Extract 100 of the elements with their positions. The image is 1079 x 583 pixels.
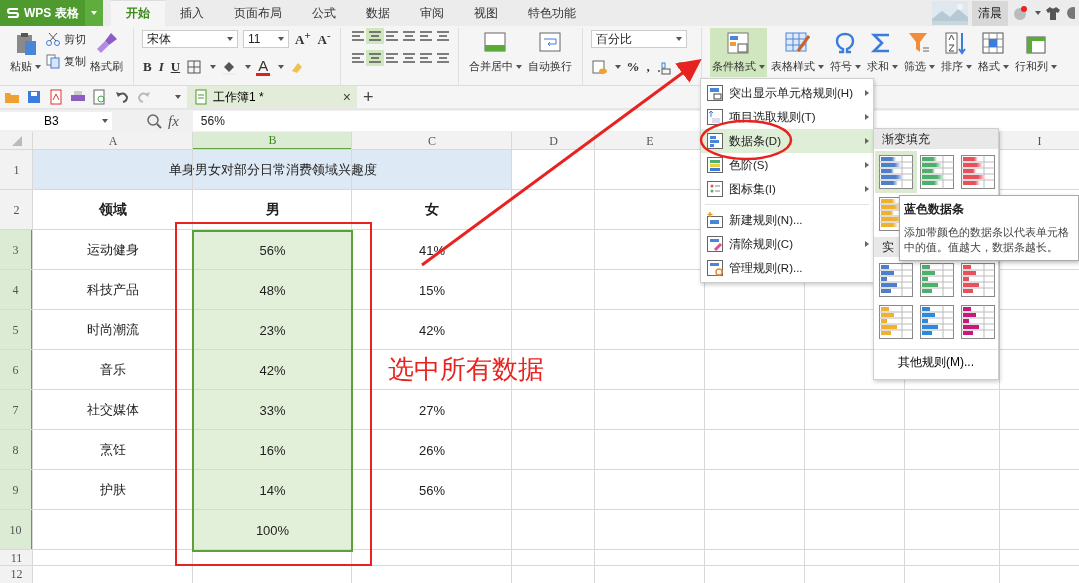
row-header[interactable]: 5 [0, 310, 33, 350]
row-header[interactable]: 10 [0, 510, 33, 550]
table-brush-icon[interactable] [784, 31, 811, 55]
bold-button[interactable]: B [142, 59, 153, 75]
copy-icon[interactable] [45, 53, 61, 69]
data-bar-swatch[interactable] [919, 262, 955, 298]
row-header[interactable]: 6 [0, 350, 33, 390]
avatar-icon[interactable] [1012, 5, 1028, 21]
document-tab[interactable]: 工作簿1 * × [187, 86, 357, 108]
caret-icon [1050, 65, 1057, 70]
table-icon[interactable] [725, 31, 752, 55]
caret-icon [891, 65, 898, 70]
ribbon-button[interactable]: 格式 [975, 28, 1011, 77]
column-header[interactable]: B [193, 132, 352, 150]
pdf-icon[interactable] [48, 89, 64, 105]
font-color-button[interactable]: A [256, 58, 271, 76]
font-size-field[interactable]: 11 [243, 30, 289, 48]
data-bar-swatch[interactable] [960, 304, 996, 340]
undo-icon[interactable] [114, 89, 130, 105]
row-header[interactable]: 4 [0, 270, 33, 310]
ribbon-tab[interactable]: 页面布局 [218, 0, 297, 26]
percent-button[interactable]: % [625, 59, 641, 75]
ribbon-button[interactable]: 筛选 [901, 28, 937, 77]
ribbon-button[interactable]: 排序 [938, 28, 974, 77]
increase-decimal-icon[interactable] [655, 59, 672, 75]
fill-color-icon[interactable] [221, 59, 238, 75]
ribbon-button[interactable]: 求和 [864, 28, 900, 77]
menu-item[interactable]: 新建规则(N)... [701, 208, 873, 232]
data-bar-swatch[interactable] [960, 154, 996, 190]
merge-cells-icon[interactable] [483, 31, 508, 55]
zoom-icon[interactable] [146, 113, 162, 129]
ribbon-tab[interactable]: 视图 [458, 0, 513, 26]
italic-button[interactable]: I [157, 59, 165, 75]
wrap-text-button[interactable]: 自动换行 [525, 28, 574, 77]
row-header[interactable]: 3 [0, 230, 33, 270]
table-cell: 33% [193, 390, 352, 430]
grow-font-button[interactable]: A$^{+}$ [294, 29, 312, 49]
scissors-icon[interactable] [45, 31, 61, 47]
data-bar-swatch[interactable] [878, 262, 914, 298]
user-name[interactable]: 清晨 [972, 0, 1008, 26]
align-icon[interactable] [365, 28, 384, 44]
new-tab-button[interactable]: + [363, 86, 374, 108]
ribbon-button[interactable]: 符号 [827, 28, 863, 77]
menu-item[interactable]: 图标集(I) [701, 177, 873, 201]
merge-center-button[interactable]: 合并居中 [466, 28, 524, 77]
table-cell-text: 音乐 [99, 361, 127, 379]
sheet-doc-icon[interactable] [193, 89, 209, 105]
menu-item[interactable]: 色阶(S) [701, 153, 873, 177]
ribbon-button[interactable]: 行和列 [1012, 28, 1059, 77]
save-icon[interactable] [26, 89, 42, 105]
ribbon-tab[interactable]: 公式 [296, 0, 351, 26]
menu-item[interactable]: 突出显示单元格规则(H) [701, 81, 873, 105]
menu-item[interactable]: 数据条(D) [701, 129, 873, 153]
table-cell: 16% [193, 430, 352, 470]
function-label[interactable]: fx [168, 112, 179, 130]
data-bar-swatch[interactable] [919, 154, 955, 190]
app-menu-button[interactable]: WPS 表格 [0, 0, 85, 26]
data-bar-swatch[interactable] [878, 196, 899, 232]
data-bar-swatch[interactable] [878, 154, 914, 190]
data-bar-swatch[interactable] [919, 304, 955, 340]
align-icon[interactable] [365, 50, 384, 66]
table-cell-text: 时尚潮流 [86, 321, 140, 339]
row-header[interactable]: 8 [0, 430, 33, 470]
menu-item[interactable]: 清除规则(C) [701, 232, 873, 256]
print-preview-icon[interactable] [92, 89, 108, 105]
wrap-text-icon[interactable] [537, 31, 562, 55]
row-header[interactable]: 7 [0, 390, 33, 430]
number-format-field[interactable]: 百分比 [590, 30, 687, 48]
ribbon-tab[interactable]: 插入 [164, 0, 219, 26]
more-rules-item[interactable]: 其他规则(M)... [874, 349, 998, 375]
name-box[interactable]: B3 [0, 112, 112, 130]
font-field[interactable]: 宋体 [142, 30, 238, 48]
data-bar-swatch[interactable] [960, 262, 996, 298]
close-icon[interactable]: × [342, 89, 351, 105]
cut-button[interactable]: 剪切 [45, 31, 86, 47]
ribbon-button[interactable]: 条件格式 [709, 28, 767, 77]
shrink-font-button[interactable]: A$^{-}$ [316, 29, 332, 49]
table-cell-text: 42% [418, 321, 446, 340]
ribbon-tab[interactable]: 审阅 [404, 0, 459, 26]
paste-button[interactable]: 粘贴 [8, 28, 43, 77]
data-bar-swatch[interactable] [878, 304, 914, 340]
table-cell: 100% [193, 510, 352, 550]
comma-button[interactable]: , [645, 59, 651, 75]
caret-icon [245, 65, 252, 69]
ribbon-tab[interactable]: 数据 [350, 0, 405, 26]
ribbon-tab[interactable]: 特色功能 [512, 0, 591, 26]
format-painter-button[interactable]: 格式刷 [88, 28, 125, 77]
table-cell-text: 56% [418, 481, 446, 500]
underline-button[interactable]: U [169, 59, 182, 75]
border-icon[interactable] [186, 59, 203, 75]
row-header[interactable]: 9 [0, 470, 33, 510]
ribbon-button[interactable]: 表格样式 [768, 28, 826, 77]
caret-icon [675, 37, 682, 41]
copy-button[interactable]: 复制 [45, 53, 86, 69]
menu-item[interactable]: 管理规则(R)... [701, 256, 873, 280]
ribbon-tab[interactable]: 开始 [110, 0, 165, 26]
cell-format-icon[interactable] [980, 31, 1007, 55]
title-cell: 单身男女对部分日常消费领域兴趣度 [33, 150, 512, 190]
currency-icon[interactable] [590, 59, 607, 75]
shirt-icon[interactable] [1045, 5, 1061, 21]
